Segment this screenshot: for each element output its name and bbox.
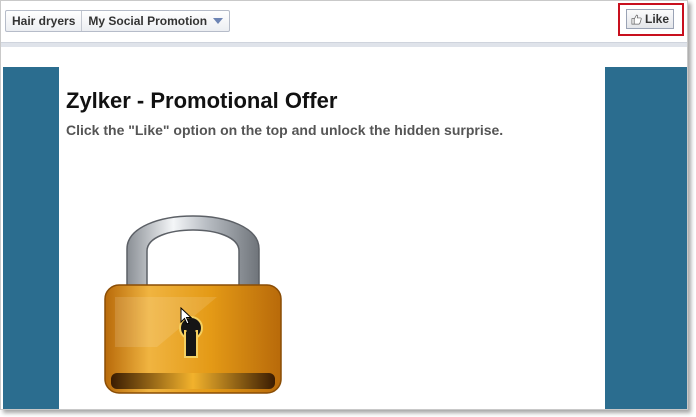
like-button[interactable]: Like bbox=[626, 9, 674, 29]
breadcrumb-hair-dryers[interactable]: Hair dryers bbox=[6, 11, 81, 31]
page-selector-label: My Social Promotion bbox=[88, 14, 208, 28]
app-window: Hair dryers My Social Promotion Like Zyl… bbox=[0, 0, 688, 410]
promotion-page: Zylker - Promotional Offer Click the "Li… bbox=[1, 47, 687, 409]
page-selector-dropdown[interactable]: My Social Promotion bbox=[81, 11, 229, 31]
promo-instructions: Click the "Like" option on the top and u… bbox=[66, 122, 504, 138]
padlock-icon bbox=[104, 215, 282, 394]
mouse-pointer-icon bbox=[180, 307, 192, 325]
chevron-down-icon bbox=[213, 18, 224, 24]
breadcrumb: Hair dryers My Social Promotion bbox=[5, 10, 231, 32]
right-side-panel bbox=[605, 67, 687, 409]
like-label: Like bbox=[644, 12, 669, 26]
promo-content: Zylker - Promotional Offer Click the "Li… bbox=[59, 67, 605, 409]
left-side-panel bbox=[3, 67, 59, 409]
thumbs-up-icon bbox=[631, 14, 642, 24]
top-toolbar: Hair dryers My Social Promotion Like bbox=[1, 1, 687, 42]
page-title: Zylker - Promotional Offer bbox=[66, 88, 338, 113]
